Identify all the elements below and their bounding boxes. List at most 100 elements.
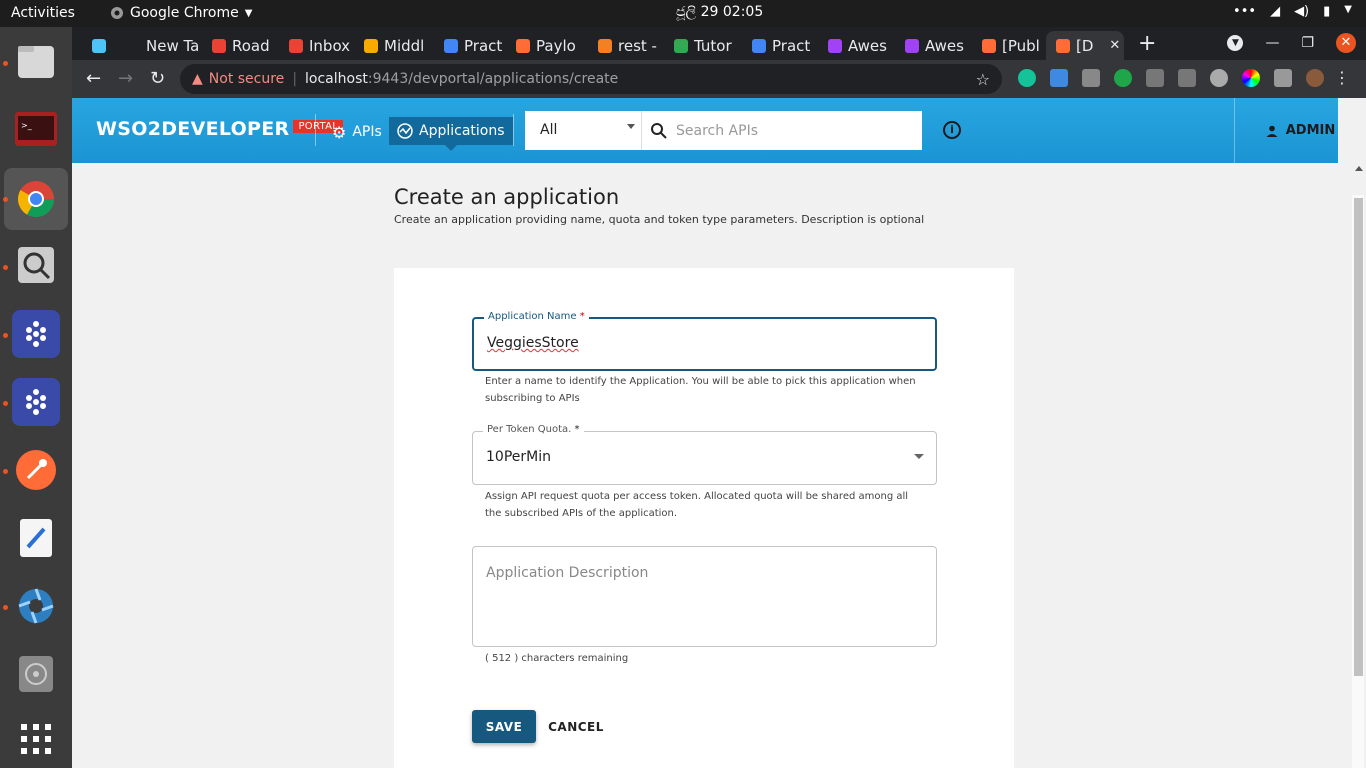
nav-apis[interactable]: ⚙ APIs — [324, 118, 390, 146]
search-box[interactable] — [642, 111, 922, 150]
kebab-menu-icon[interactable]: ⋮ — [1334, 68, 1350, 87]
disk-app-icon[interactable] — [12, 650, 60, 698]
application-name-field[interactable]: Application Name * VeggiesStore — [472, 311, 937, 371]
forward-icon[interactable]: → — [118, 68, 133, 89]
tab-strip: + ▼ — ❐ ✕ New Tab Road Inbox Middl Pract Payl… — [72, 27, 1366, 60]
new-tab-button[interactable]: + — [1138, 31, 1156, 56]
browser-tab[interactable]: Awes — [895, 31, 967, 60]
magnifier-app-icon[interactable] — [12, 241, 60, 289]
browser-tab[interactable]: Pract — [742, 31, 814, 60]
tab-label: Pract — [772, 36, 811, 55]
extension-icon[interactable] — [1050, 69, 1068, 87]
tab-label: Awes — [925, 36, 964, 55]
header-divider — [513, 114, 514, 146]
clock[interactable]: ජූලි 29 02:05 — [676, 4, 763, 20]
shutter-app-icon[interactable] — [12, 582, 60, 630]
application-name-value: VeggiesStore — [487, 335, 579, 351]
per-token-quota-value: 10PerMin — [486, 449, 551, 465]
browser-tab[interactable]: [Publ — [972, 31, 1042, 60]
terminal-app-icon[interactable]: >_ — [12, 105, 60, 153]
dotgrid-app-icon[interactable] — [12, 378, 60, 426]
nav-apis-label: APIs — [352, 124, 382, 140]
page-title: Create an application — [394, 185, 620, 209]
postman-app-icon[interactable] — [12, 446, 60, 494]
activities-button[interactable]: Activities — [11, 5, 75, 21]
svg-text:>_: >_ — [21, 121, 33, 130]
maximize-icon[interactable]: ❐ — [1301, 35, 1314, 51]
browser-tab[interactable] — [82, 31, 112, 60]
color-picker-icon[interactable] — [1242, 69, 1260, 87]
tab-favicon-icon — [982, 38, 996, 53]
browser-tab[interactable]: Pract — [434, 31, 504, 60]
page-subtitle: Create an application providing name, qu… — [394, 213, 925, 226]
system-tray[interactable]: ••• ◢ ◀) ▮ ▼ — [1233, 4, 1352, 19]
minimize-icon[interactable]: — — [1265, 35, 1279, 51]
search-icon — [651, 122, 667, 139]
browser-tab[interactable]: Middl — [354, 31, 426, 60]
info-icon[interactable]: i — [943, 121, 961, 139]
browser-tab[interactable]: [D ✕ — [1046, 31, 1124, 60]
bookmark-star-icon[interactable]: ☆ — [976, 70, 990, 89]
tab-label: Awes — [848, 36, 887, 55]
tab-label: Road — [232, 36, 270, 55]
filter-value: All — [540, 122, 558, 138]
grammarly-icon[interactable] — [1018, 69, 1036, 87]
files-app-icon[interactable] — [12, 37, 60, 85]
app-name-label: Google Chrome — [130, 5, 239, 21]
camera-icon[interactable] — [1082, 69, 1100, 87]
reload-icon[interactable]: ↻ — [150, 68, 165, 89]
tab-search-icon[interactable]: ▼ — [1227, 35, 1244, 51]
show-apps-icon[interactable] — [12, 715, 60, 763]
more-icon: ••• — [1233, 4, 1257, 19]
browser-tab[interactable]: Tutor — [664, 31, 738, 60]
search-filter-select[interactable]: All — [525, 111, 642, 150]
extension-icon[interactable] — [1114, 69, 1132, 87]
puzzle-icon[interactable] — [1274, 69, 1292, 87]
browser-tab[interactable]: Awes — [818, 31, 890, 60]
application-description-field[interactable]: Application Description — [472, 546, 937, 647]
chevron-down-icon — [627, 124, 635, 129]
browser-tab[interactable]: New Tab — [116, 31, 198, 60]
avatar[interactable] — [1306, 69, 1324, 87]
running-indicator — [3, 401, 8, 406]
running-indicator — [3, 197, 8, 202]
back-icon[interactable]: ← — [86, 68, 101, 89]
cancel-button[interactable]: CANCEL — [544, 710, 608, 743]
tab-label: New Tab — [146, 36, 198, 55]
wifi-icon: ◢ — [1270, 4, 1281, 19]
tab-favicon-icon — [752, 38, 766, 53]
close-window-icon[interactable]: ✕ — [1336, 33, 1356, 53]
close-tab-icon[interactable]: ✕ — [1109, 38, 1120, 53]
application-name-helper: Enter a name to identify the Application… — [485, 376, 916, 404]
running-indicator — [3, 61, 8, 66]
scroll-up-arrow-icon[interactable] — [1355, 166, 1363, 171]
scrollbar-thumb[interactable] — [1354, 198, 1363, 676]
browser-tab[interactable]: Road — [202, 31, 274, 60]
per-token-quota-select[interactable]: Per Token Quota. * 10PerMin — [472, 424, 937, 485]
volume-icon: ◀) — [1294, 4, 1310, 19]
per-token-quota-helper: Assign API request quota per access toke… — [485, 491, 909, 519]
text-editor-app-icon[interactable] — [12, 514, 60, 562]
portal-logo[interactable]: WSO2DEVELOPER PORTAL — [96, 118, 344, 140]
search-input[interactable] — [676, 122, 896, 139]
extension-icon[interactable] — [1178, 69, 1196, 87]
header-divider — [315, 114, 316, 146]
save-button[interactable]: SAVE — [472, 710, 536, 743]
nav-applications[interactable]: Applications — [389, 117, 513, 151]
extension-icon[interactable] — [1210, 69, 1228, 87]
browser-tab[interactable]: Paylo — [506, 31, 584, 60]
applications-icon — [397, 123, 413, 139]
address-bar[interactable]: ▲ Not secure | localhost :9443/devportal… — [180, 64, 1002, 94]
extension-icon[interactable] — [1146, 69, 1164, 87]
running-indicator — [3, 605, 8, 610]
portal-header: WSO2DEVELOPER PORTAL ⚙ APIs Applications… — [72, 98, 1366, 163]
dock: >_ — [0, 27, 72, 768]
browser-tab[interactable]: Inbox — [279, 31, 351, 60]
browser-tab[interactable]: rest - — [588, 31, 660, 60]
chrome-app-icon[interactable] — [12, 175, 60, 223]
system-top-bar: Activities Google Chrome ▼ ජූලි 29 02:05… — [0, 0, 1366, 27]
app-menu[interactable]: Google Chrome ▼ — [110, 5, 252, 21]
tab-label: [D — [1076, 36, 1094, 55]
dotgrid-app-icon[interactable] — [12, 310, 60, 358]
security-label[interactable]: Not secure — [209, 71, 285, 87]
